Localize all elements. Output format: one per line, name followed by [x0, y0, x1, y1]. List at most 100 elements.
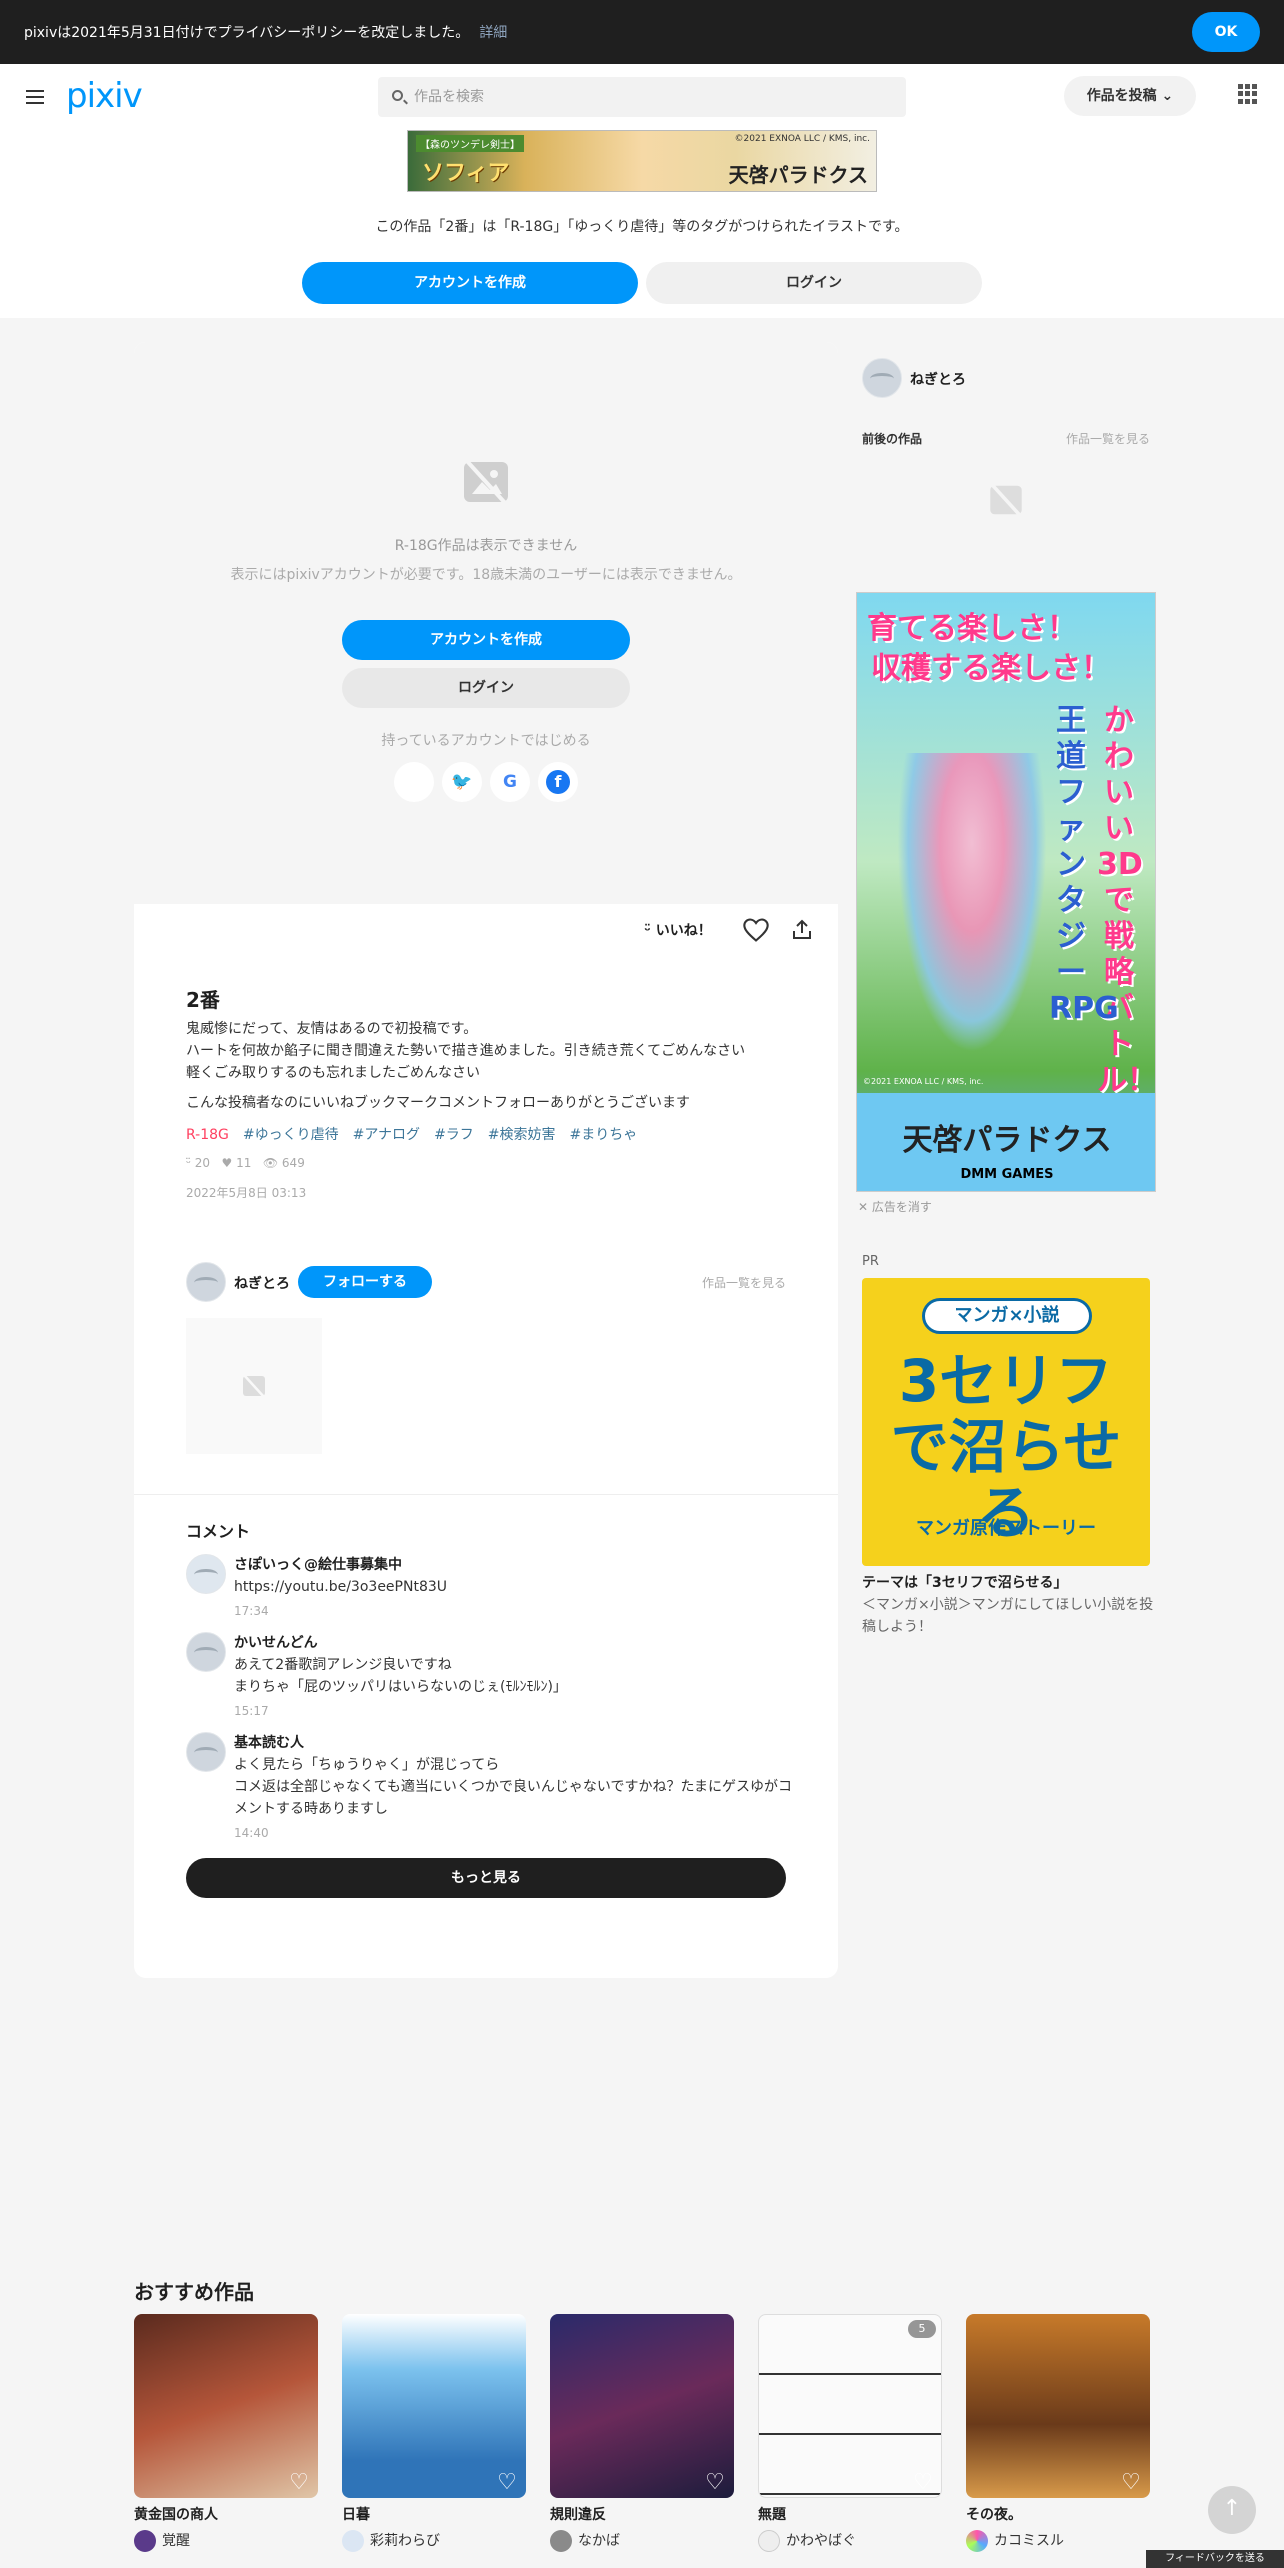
author-avatar[interactable]	[186, 1262, 226, 1302]
notice-ok-button[interactable]: OK	[1192, 12, 1260, 52]
sidebar-user-name[interactable]: ねぎとろ	[910, 369, 966, 389]
bookmark-count: 11	[236, 1156, 252, 1170]
recommended-title[interactable]: 規則違反	[550, 2504, 606, 2524]
like-count: 20	[194, 1156, 211, 1170]
comment-body: あえて2番歌詞アレンジ良いですね まりちゃ「屁のツッパリはいらないのじぇ(ﾓﾙﾝ…	[234, 1657, 567, 1695]
tag-r18g[interactable]: R-18G	[186, 1127, 229, 1143]
locked-create-account-button[interactable]: アカウントを作成	[342, 620, 630, 660]
pr-description: ＜マンガ×小説＞マンガにしてほしい小説を投稿しよう！	[862, 1597, 1154, 1635]
scroll-to-top-button[interactable]: ↑	[1208, 2486, 1256, 2534]
tag-item[interactable]: #ラフ	[434, 1127, 474, 1143]
pixiv-logo[interactable]: pixiv	[66, 76, 143, 116]
comment-item: かいせんどん あえて2番歌詞アレンジ良いですね まりちゃ「屁のツッパリはいらない…	[186, 1632, 786, 1724]
ad-line3: かわいい3Dで戦略バトル！	[1097, 703, 1156, 1098]
locked-login-button[interactable]: ログイン	[342, 668, 630, 708]
commenter-avatar[interactable]	[186, 1632, 226, 1672]
apps-grid-icon[interactable]	[1238, 84, 1258, 104]
bookmark-count-icon: ♥	[221, 1156, 233, 1170]
author-work-thumbnail[interactable]	[186, 1318, 322, 1454]
hide-ad-link[interactable]: ✕ 広告を消す	[858, 1198, 932, 1215]
post-artwork-button[interactable]: 作品を投稿 ⌄	[1064, 76, 1196, 116]
notice-more-link[interactable]: 詳細	[479, 25, 507, 41]
page-count-badge: 5	[908, 2320, 936, 2338]
artwork-description-line2: ハートを何故か餡子に聞き間違えた勢いで描き進めました。引き続き荒くてごめんなさい	[186, 1043, 746, 1059]
share-icon[interactable]	[790, 918, 814, 942]
pr-sub-text: マンガ原作ストーリー	[916, 1518, 1096, 1539]
pr-badge: マンガ×小説	[922, 1298, 1092, 1334]
ad-game-logo: 天啓パラドクス	[902, 1123, 1112, 1158]
header: pixiv 作品を検索 作品を投稿 ⌄ 【森のツンデレ剣士】 ソフィア ©202…	[0, 64, 1284, 318]
ad-character-art	[897, 753, 1047, 1053]
close-icon: ✕	[858, 1200, 869, 1214]
commenter-name[interactable]: かいせんどん	[234, 1632, 318, 1652]
pr-title[interactable]: テーマは「3セリフで沼らせる」	[862, 1572, 1067, 1592]
recommended-title[interactable]: 黄金国の商人	[134, 2504, 218, 2524]
apple-login-icon[interactable]	[394, 762, 434, 802]
bookmark-heart-icon[interactable]: ♡	[702, 2470, 728, 2496]
pr-image[interactable]: マンガ×小説 3セリフで沼らせる マンガ原作ストーリー	[862, 1278, 1150, 1566]
artwork-title: 2番	[186, 988, 220, 1012]
feedback-button[interactable]: フィードバックを送る	[1146, 2550, 1284, 2568]
artwork-description-line1: 鬼威惨にだって、友情はあるので初投稿です。	[186, 1021, 478, 1037]
sidebar-ad[interactable]: 育てる楽しさ！ 収穫する楽しさ！ かわいい3Dで戦略バトル！ 王道ファンタジーR…	[856, 592, 1156, 1192]
recommended-user[interactable]: かわやばぐ	[758, 2530, 856, 2552]
bookmark-heart-icon[interactable]	[742, 916, 770, 944]
no-image-icon	[990, 483, 1022, 517]
bookmark-heart-icon[interactable]: ♡	[494, 2470, 520, 2496]
hamburger-menu-icon[interactable]	[26, 90, 44, 104]
view-count: 649	[281, 1156, 305, 1170]
recommended-user[interactable]: 覚醒	[134, 2530, 190, 2552]
artwork-description-line3: 軽くごみ取りするのも忘れましたごめんなさい	[186, 1065, 480, 1081]
recommended-user[interactable]: なかば	[550, 2530, 620, 2552]
comment-time: 15:17	[234, 1704, 269, 1718]
recommended-user[interactable]: カコミスル	[966, 2530, 1064, 2552]
tag-item[interactable]: #まりちゃ	[570, 1127, 638, 1143]
login-button[interactable]: ログイン	[646, 262, 982, 304]
tag-item[interactable]: #ゆっくり虐待	[243, 1127, 339, 1143]
tag-item[interactable]: #アナログ	[353, 1127, 420, 1143]
artwork-description-line4: こんな投稿者なのにいいねブックマークコメントフォローありがとうございます	[186, 1095, 690, 1111]
user-avatar	[758, 2530, 780, 2552]
artwork-stats: ᵕ̈ 20 ♥ 11 👁 649	[186, 1156, 305, 1170]
no-image-icon	[464, 458, 508, 506]
recommended-user[interactable]: 彩莉わらび	[342, 2530, 440, 2552]
google-login-icon[interactable]: G	[490, 762, 530, 802]
recommended-title[interactable]: 日暮	[342, 2504, 370, 2524]
divider	[134, 1494, 838, 1495]
sidebar-see-all-link[interactable]: 作品一覧を見る	[1066, 430, 1150, 447]
sidebar-user-avatar[interactable]	[862, 358, 902, 398]
commenter-name[interactable]: さぽいっく@絵仕事募集中	[234, 1554, 402, 1574]
existing-account-label: 持っているアカウントではじめる	[381, 733, 591, 749]
user-avatar	[342, 2530, 364, 2552]
comment-time: 17:34	[234, 1604, 269, 1618]
follow-button[interactable]: フォローする	[298, 1266, 432, 1298]
bookmark-heart-icon[interactable]: ♡	[910, 2470, 936, 2496]
arrow-up-icon: ↑	[1222, 2496, 1242, 2521]
banner-badge: 【森のツンデレ剣士】	[416, 135, 524, 152]
like-button[interactable]: ᵕ̈ いいね！	[644, 920, 712, 940]
more-comments-button[interactable]: もっと見る	[186, 1858, 786, 1898]
twitter-login-icon[interactable]: 🐦	[442, 762, 482, 802]
search-icon	[392, 90, 403, 101]
comment-item: さぽいっく@絵仕事募集中 https://youtu.be/3o3eePNt83…	[186, 1554, 786, 1624]
comment-time: 14:40	[234, 1826, 269, 1840]
user-avatar	[134, 2530, 156, 2552]
create-account-button[interactable]: アカウントを作成	[302, 262, 638, 304]
recommended-heading: おすすめ作品	[134, 2280, 254, 2304]
recommended-title[interactable]: 無題	[758, 2504, 786, 2524]
commenter-avatar[interactable]	[186, 1554, 226, 1594]
commenter-avatar[interactable]	[186, 1732, 226, 1772]
commenter-name[interactable]: 基本読む人	[234, 1732, 304, 1752]
tag-item[interactable]: #検索妨害	[488, 1127, 556, 1143]
ad-line2: 収穫する楽しさ！	[871, 651, 1111, 686]
bookmark-heart-icon[interactable]: ♡	[286, 2470, 312, 2496]
facebook-login-icon[interactable]: f	[538, 762, 578, 802]
locked-subtitle: 表示にはpixivアカウントが必要です。18歳未満のユーザーには表示できません。	[230, 567, 742, 583]
author-see-all-link[interactable]: 作品一覧を見る	[702, 1274, 786, 1291]
author-name[interactable]: ねぎとろ	[234, 1273, 290, 1293]
bookmark-heart-icon[interactable]: ♡	[1118, 2470, 1144, 2496]
header-ad-banner[interactable]: 【森のツンデレ剣士】 ソフィア ©2021 EXNOA LLC / KMS, i…	[407, 130, 877, 192]
recommended-title[interactable]: その夜。	[966, 2504, 1022, 2524]
search-input[interactable]: 作品を検索	[378, 77, 906, 117]
user-avatar	[966, 2530, 988, 2552]
